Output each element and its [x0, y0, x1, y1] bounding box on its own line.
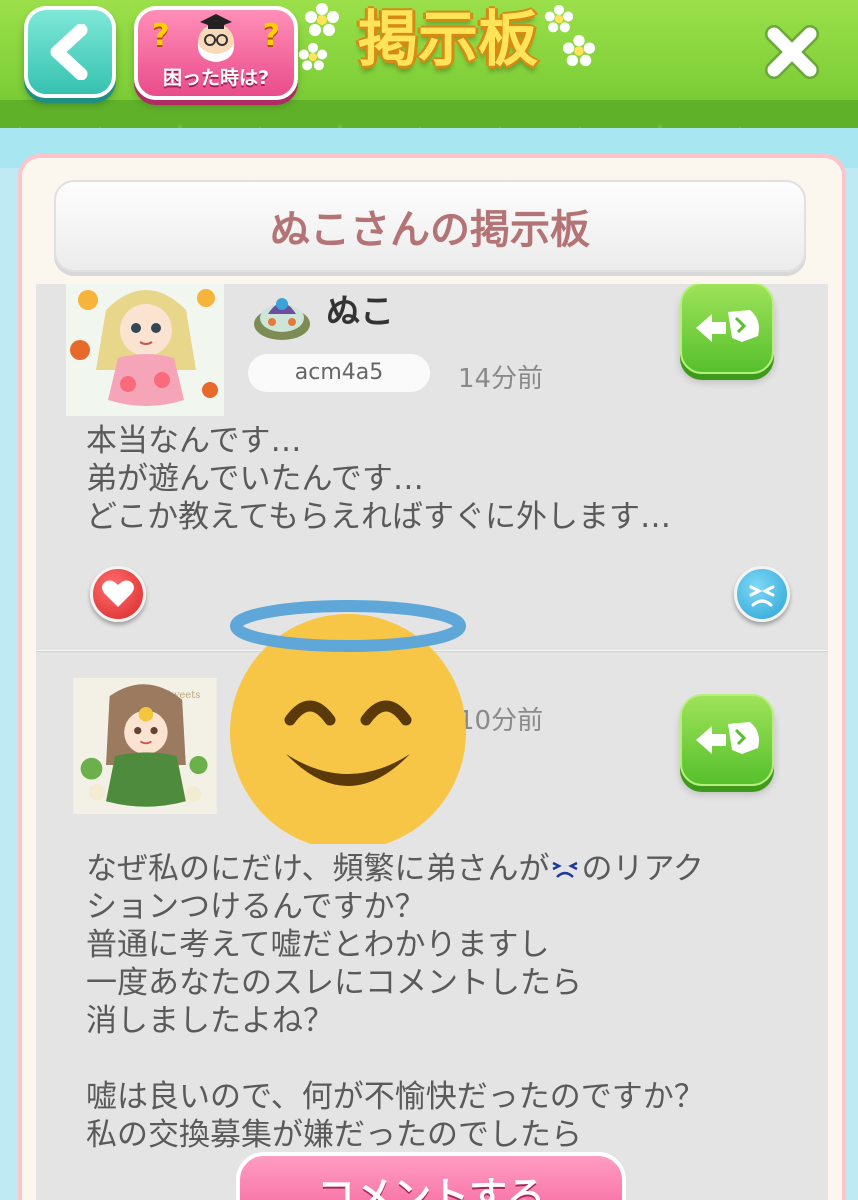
question-mark-icon: ?	[152, 18, 170, 53]
back-button[interactable]	[24, 6, 116, 98]
flower-icon	[305, 3, 339, 36]
help-button[interactable]: ? ? 困った時は?	[134, 6, 298, 100]
close-icon	[765, 25, 819, 79]
post-body: なぜ私のにだけ、頻繁に弟さんが のリアク ションつけるんですか？ 普通に考えて嘘だ…	[86, 850, 806, 1154]
reply-arrow-icon	[696, 310, 759, 342]
flower-icon	[298, 42, 328, 71]
heart-icon	[102, 580, 134, 607]
flower-icon	[562, 34, 596, 67]
annoyed-reaction-button[interactable]	[734, 566, 790, 622]
close-button[interactable]	[762, 22, 822, 82]
board-title: 掲示板	[358, 5, 538, 75]
post-time: 14分前	[458, 364, 544, 394]
help-label: 困った時は?	[162, 67, 270, 89]
annoyed-emoji-icon	[552, 861, 579, 878]
post-body-line: なぜ私のにだけ、頻繁に弟さんが	[86, 851, 550, 887]
user-avatar[interactable]	[66, 284, 224, 416]
post-time: 10分前	[458, 706, 544, 736]
rank-badge-icon	[254, 298, 310, 340]
user-avatar[interactable]: Sweets	[66, 678, 224, 814]
panel-title: ぬこさんの掲示板	[270, 207, 590, 253]
username: ぬこ	[326, 292, 394, 332]
reply-arrow-icon	[696, 722, 759, 754]
question-mark-icon: ?	[262, 18, 280, 53]
comment-button[interactable]: コメントする	[236, 1152, 626, 1200]
post-item: ぬこ acm4a5 14分前 本当なんです… 弟が遊んでいたんです… どこか教え…	[36, 284, 828, 654]
post-body-line: のリアク	[581, 851, 704, 887]
like-button[interactable]	[90, 566, 146, 622]
post-body-rest: ションつけるんですか？ 普通に考えて嘘だとわかりますし 一度あなたのスレにコメン…	[86, 889, 705, 1153]
annoyed-face-icon	[749, 585, 775, 607]
user-id-badge: acm4a5	[248, 354, 430, 392]
panel-title-box: ぬこさんの掲示板	[54, 180, 806, 272]
post-body: 本当なんです… 弟が遊んでいたんです… どこか教えてもらえればすぐに外します…	[86, 423, 671, 535]
reply-button[interactable]	[680, 694, 774, 786]
reply-button[interactable]	[680, 284, 774, 374]
professor-face-icon	[197, 14, 235, 62]
halo-smile-emoji-sticker	[230, 600, 466, 844]
chevron-left-icon	[50, 24, 88, 80]
